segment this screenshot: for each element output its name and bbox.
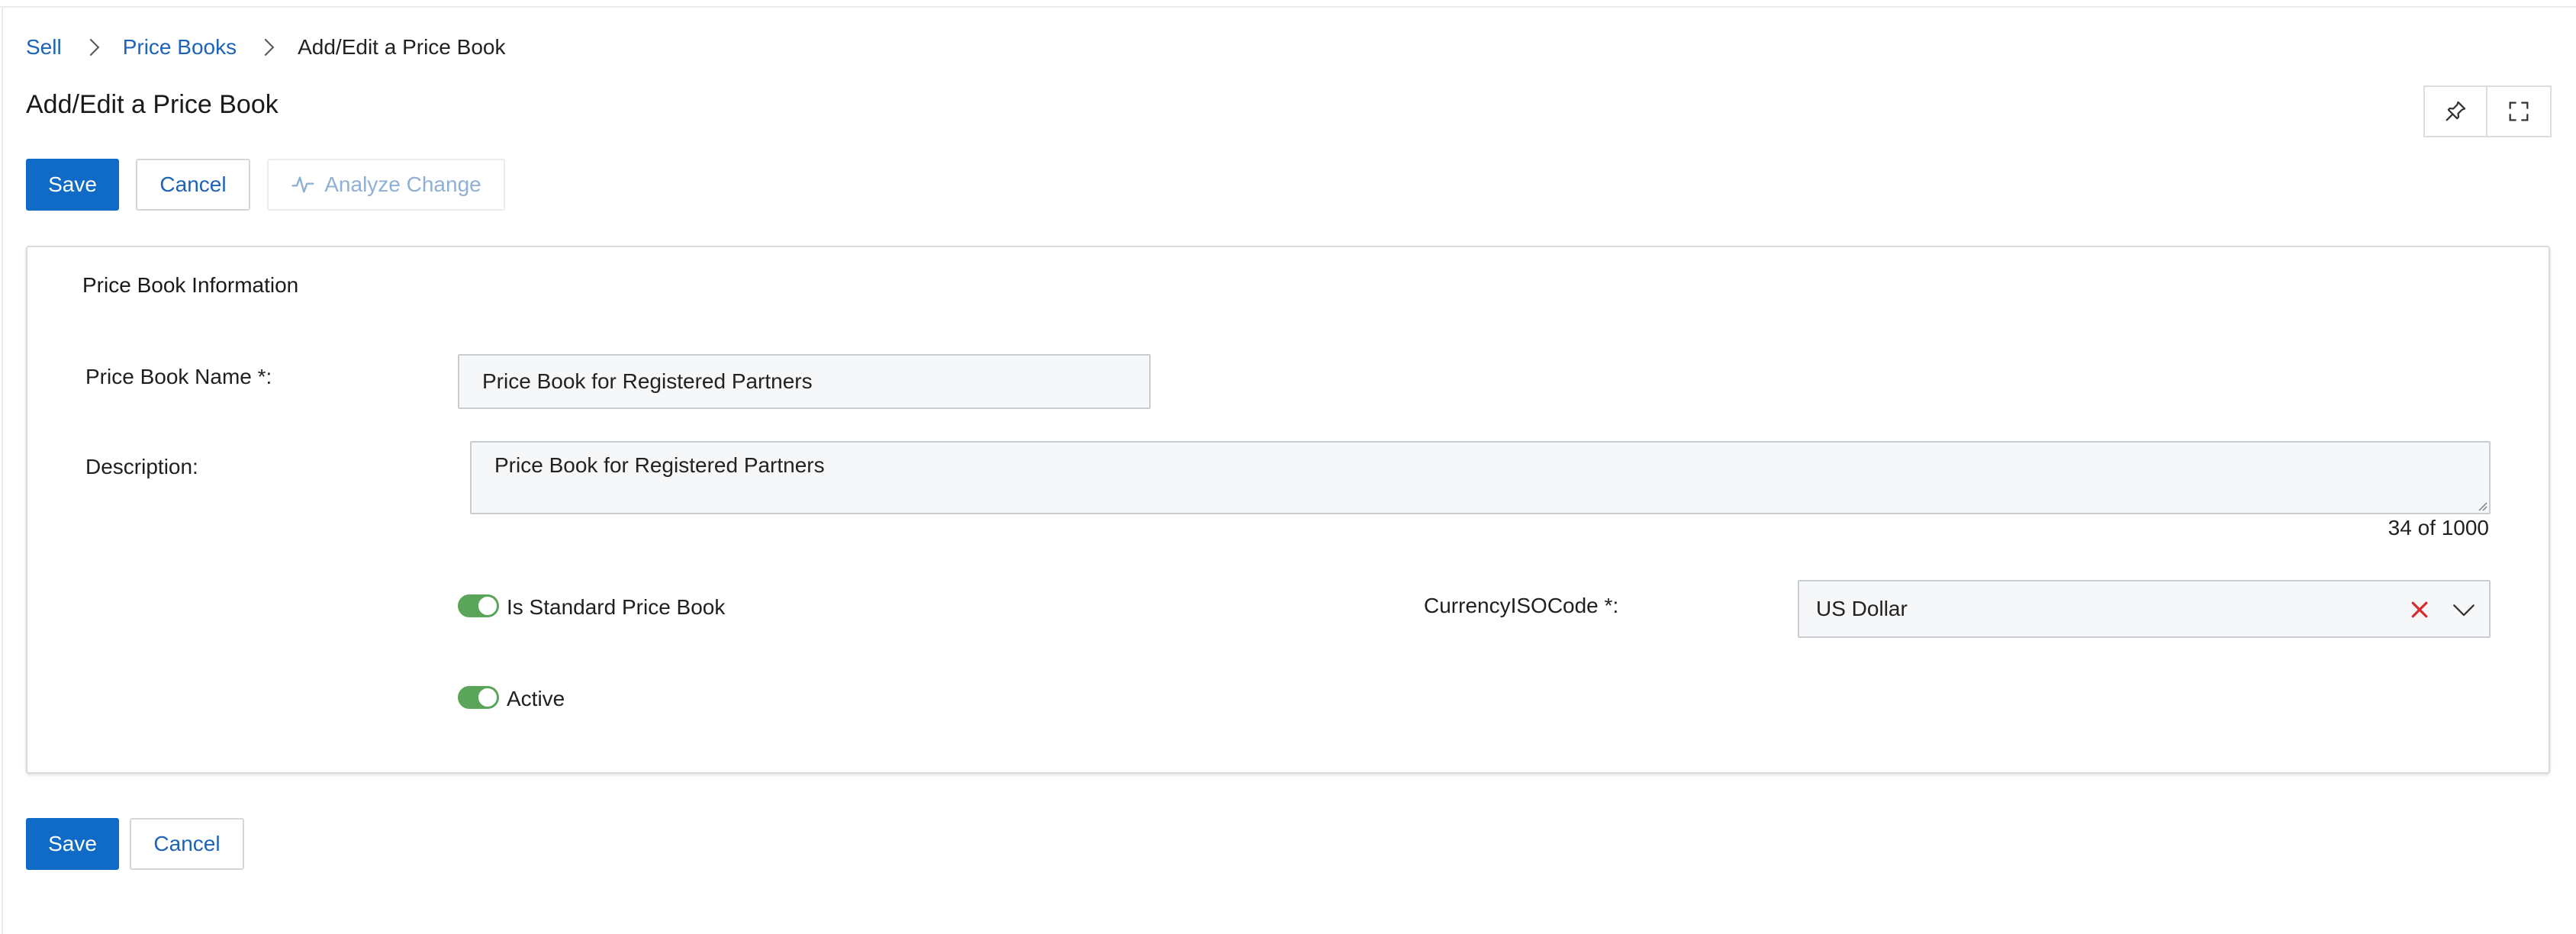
pin-button[interactable] — [2423, 85, 2487, 137]
breadcrumb-current: Add/Edit a Price Book — [298, 35, 506, 59]
pin-icon — [2446, 101, 2466, 121]
currency-label-text: CurrencyISOCode — [1424, 594, 1599, 617]
left-border — [2, 6, 3, 934]
clear-x-icon[interactable] — [2408, 598, 2431, 621]
cancel-button[interactable]: Cancel — [136, 159, 250, 211]
footer-save-button[interactable]: Save — [26, 818, 119, 870]
price-book-name-label: Price Book Name *: — [85, 365, 272, 389]
chevron-right-icon — [82, 38, 100, 56]
description-char-counter: 34 of 1000 — [2388, 516, 2489, 539]
view-controls — [2423, 85, 2552, 137]
breadcrumb-price-books[interactable]: Price Books — [123, 35, 237, 60]
active-toggle[interactable] — [458, 686, 499, 709]
chevron-right-icon — [256, 38, 275, 56]
footer-cancel-button[interactable]: Cancel — [130, 818, 244, 870]
is-standard-toggle[interactable] — [458, 594, 499, 617]
breadcrumb: Sell Price Books Add/Edit a Price Book — [26, 34, 505, 61]
price-book-name-label-text: Price Book Name — [85, 365, 252, 388]
section-title: Price Book Information — [82, 273, 299, 297]
save-button[interactable]: Save — [26, 159, 119, 211]
toggle-knob — [478, 688, 497, 707]
analyze-change-button[interactable]: Analyze Change — [267, 159, 505, 211]
description-textarea[interactable]: Price Book for Registered Partners — [470, 441, 2491, 514]
currency-select[interactable]: US Dollar — [1798, 580, 2491, 638]
breadcrumb-sell[interactable]: Sell — [26, 35, 62, 60]
required-marker: *: — [1604, 594, 1619, 617]
resize-grip-icon[interactable] — [2477, 501, 2487, 511]
pulse-icon — [291, 176, 314, 193]
currency-label: CurrencyISOCode *: — [1424, 594, 1618, 618]
description-label: Description: — [85, 455, 198, 478]
currency-value: US Dollar — [1816, 597, 1908, 620]
toggle-knob — [478, 597, 497, 615]
price-book-name-input[interactable]: Price Book for Registered Partners — [458, 354, 1151, 409]
page-title: Add/Edit a Price Book — [26, 90, 279, 119]
description-value: Price Book for Registered Partners — [494, 453, 825, 477]
active-label: Active — [507, 687, 565, 710]
top-border — [0, 6, 2576, 8]
is-standard-label: Is Standard Price Book — [507, 595, 726, 619]
fullscreen-icon — [2509, 101, 2529, 121]
required-marker: *: — [257, 365, 272, 388]
fullscreen-button[interactable] — [2487, 85, 2552, 137]
price-book-name-value: Price Book for Registered Partners — [482, 369, 813, 393]
analyze-change-label: Analyze Change — [324, 172, 481, 196]
chevron-down-icon[interactable] — [2451, 597, 2477, 623]
